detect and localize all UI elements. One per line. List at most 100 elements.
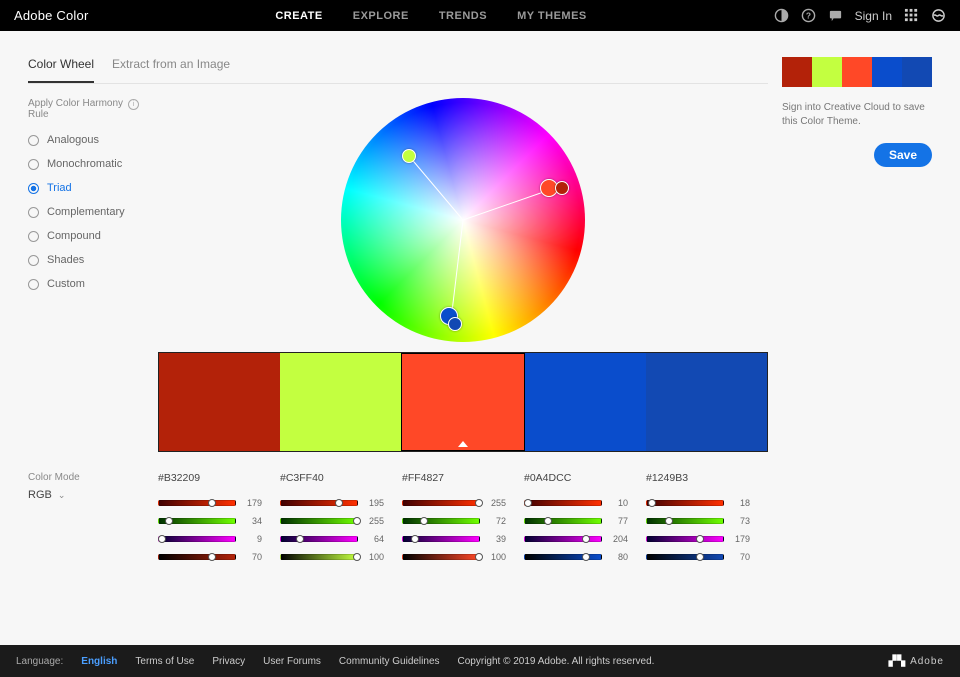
hex-value[interactable]: #C3FF40	[280, 472, 402, 484]
slider-thumb[interactable]	[648, 499, 656, 507]
color-slider[interactable]	[280, 518, 358, 524]
footer-terms[interactable]: Terms of Use	[135, 656, 194, 667]
slider-value[interactable]: 255	[364, 516, 384, 526]
swatch[interactable]	[646, 353, 767, 451]
tab-color-wheel[interactable]: Color Wheel	[28, 57, 94, 83]
color-slider[interactable]	[646, 536, 724, 542]
slider-value[interactable]: 73	[730, 516, 750, 526]
color-slider[interactable]	[646, 500, 724, 506]
slider-value[interactable]: 72	[486, 516, 506, 526]
color-mode-select[interactable]: RGB ⌄	[28, 489, 158, 501]
slider-thumb[interactable]	[335, 499, 343, 507]
color-slider[interactable]	[280, 554, 358, 560]
rule-custom[interactable]: Custom	[28, 278, 158, 290]
info-icon[interactable]: i	[128, 99, 139, 110]
footer-privacy[interactable]: Privacy	[212, 656, 245, 667]
rule-triad[interactable]: Triad	[28, 182, 158, 194]
slider-value[interactable]: 195	[364, 498, 384, 508]
slider-thumb[interactable]	[420, 517, 428, 525]
color-slider[interactable]	[646, 554, 724, 560]
slider-thumb[interactable]	[544, 517, 552, 525]
wheel-marker[interactable]	[402, 149, 416, 163]
rule-shades[interactable]: Shades	[28, 254, 158, 266]
slider-thumb[interactable]	[296, 535, 304, 543]
language-link[interactable]: English	[81, 656, 117, 667]
hex-value[interactable]: #B32209	[158, 472, 280, 484]
chat-icon[interactable]	[828, 8, 843, 23]
save-button[interactable]: Save	[874, 143, 932, 167]
slider-thumb[interactable]	[208, 499, 216, 507]
sign-in[interactable]: Sign In	[855, 9, 892, 23]
color-slider[interactable]	[524, 536, 602, 542]
wheel-marker[interactable]	[448, 317, 462, 331]
hex-value[interactable]: #0A4DCC	[524, 472, 646, 484]
color-slider[interactable]	[158, 536, 236, 542]
tab-extract-image[interactable]: Extract from an Image	[112, 57, 230, 83]
swatch[interactable]	[401, 353, 524, 451]
footer-forums[interactable]: User Forums	[263, 656, 321, 667]
rule-complementary[interactable]: Complementary	[28, 206, 158, 218]
slider-value[interactable]: 34	[242, 516, 262, 526]
apps-icon[interactable]	[904, 8, 919, 23]
color-slider[interactable]	[402, 536, 480, 542]
color-slider[interactable]	[158, 554, 236, 560]
rule-monochromatic[interactable]: Monochromatic	[28, 158, 158, 170]
slider-thumb[interactable]	[524, 499, 532, 507]
help-icon[interactable]: ?	[801, 8, 816, 23]
nav-trends[interactable]: TRENDS	[439, 10, 487, 22]
color-slider[interactable]	[402, 500, 480, 506]
color-wheel[interactable]	[341, 98, 585, 342]
slider-thumb[interactable]	[411, 535, 419, 543]
slider-value[interactable]: 77	[608, 516, 628, 526]
slider-value[interactable]: 100	[364, 552, 384, 562]
slider-value[interactable]: 179	[242, 498, 262, 508]
slider-value[interactable]: 39	[486, 534, 506, 544]
contrast-icon[interactable]	[774, 8, 789, 23]
slider-value[interactable]: 9	[242, 534, 262, 544]
slider-thumb[interactable]	[665, 517, 673, 525]
color-slider[interactable]	[524, 554, 602, 560]
slider-thumb[interactable]	[696, 553, 704, 561]
color-slider[interactable]	[158, 500, 236, 506]
slider-thumb[interactable]	[353, 553, 361, 561]
slider-thumb[interactable]	[582, 535, 590, 543]
slider-value[interactable]: 204	[608, 534, 628, 544]
nav-explore[interactable]: EXPLORE	[353, 10, 409, 22]
color-slider[interactable]	[158, 518, 236, 524]
color-slider[interactable]	[646, 518, 724, 524]
footer-guidelines[interactable]: Community Guidelines	[339, 656, 440, 667]
slider-value[interactable]: 179	[730, 534, 750, 544]
slider-value[interactable]: 70	[730, 552, 750, 562]
slider-thumb[interactable]	[696, 535, 704, 543]
rule-compound[interactable]: Compound	[28, 230, 158, 242]
cloud-icon[interactable]	[931, 8, 946, 23]
swatch[interactable]	[280, 353, 401, 451]
slider-thumb[interactable]	[353, 517, 361, 525]
wheel-marker[interactable]	[555, 181, 569, 195]
color-slider[interactable]	[402, 554, 480, 560]
slider-thumb[interactable]	[582, 553, 590, 561]
color-slider[interactable]	[524, 518, 602, 524]
slider-thumb[interactable]	[158, 535, 166, 543]
slider-thumb[interactable]	[208, 553, 216, 561]
rule-analogous[interactable]: Analogous	[28, 134, 158, 146]
nav-my-themes[interactable]: MY THEMES	[517, 10, 587, 22]
slider-value[interactable]: 80	[608, 552, 628, 562]
nav-create[interactable]: CREATE	[275, 10, 322, 22]
slider-value[interactable]: 64	[364, 534, 384, 544]
hex-value[interactable]: #1249B3	[646, 472, 768, 484]
slider-thumb[interactable]	[475, 499, 483, 507]
slider-value[interactable]: 10	[608, 498, 628, 508]
slider-value[interactable]: 70	[242, 552, 262, 562]
color-slider[interactable]	[402, 518, 480, 524]
swatch[interactable]	[159, 353, 280, 451]
swatch[interactable]	[525, 353, 646, 451]
slider-value[interactable]: 100	[486, 552, 506, 562]
color-slider[interactable]	[524, 500, 602, 506]
color-slider[interactable]	[280, 500, 358, 506]
slider-thumb[interactable]	[475, 553, 483, 561]
slider-thumb[interactable]	[165, 517, 173, 525]
slider-value[interactable]: 18	[730, 498, 750, 508]
slider-value[interactable]: 255	[486, 498, 506, 508]
hex-value[interactable]: #FF4827	[402, 472, 524, 484]
